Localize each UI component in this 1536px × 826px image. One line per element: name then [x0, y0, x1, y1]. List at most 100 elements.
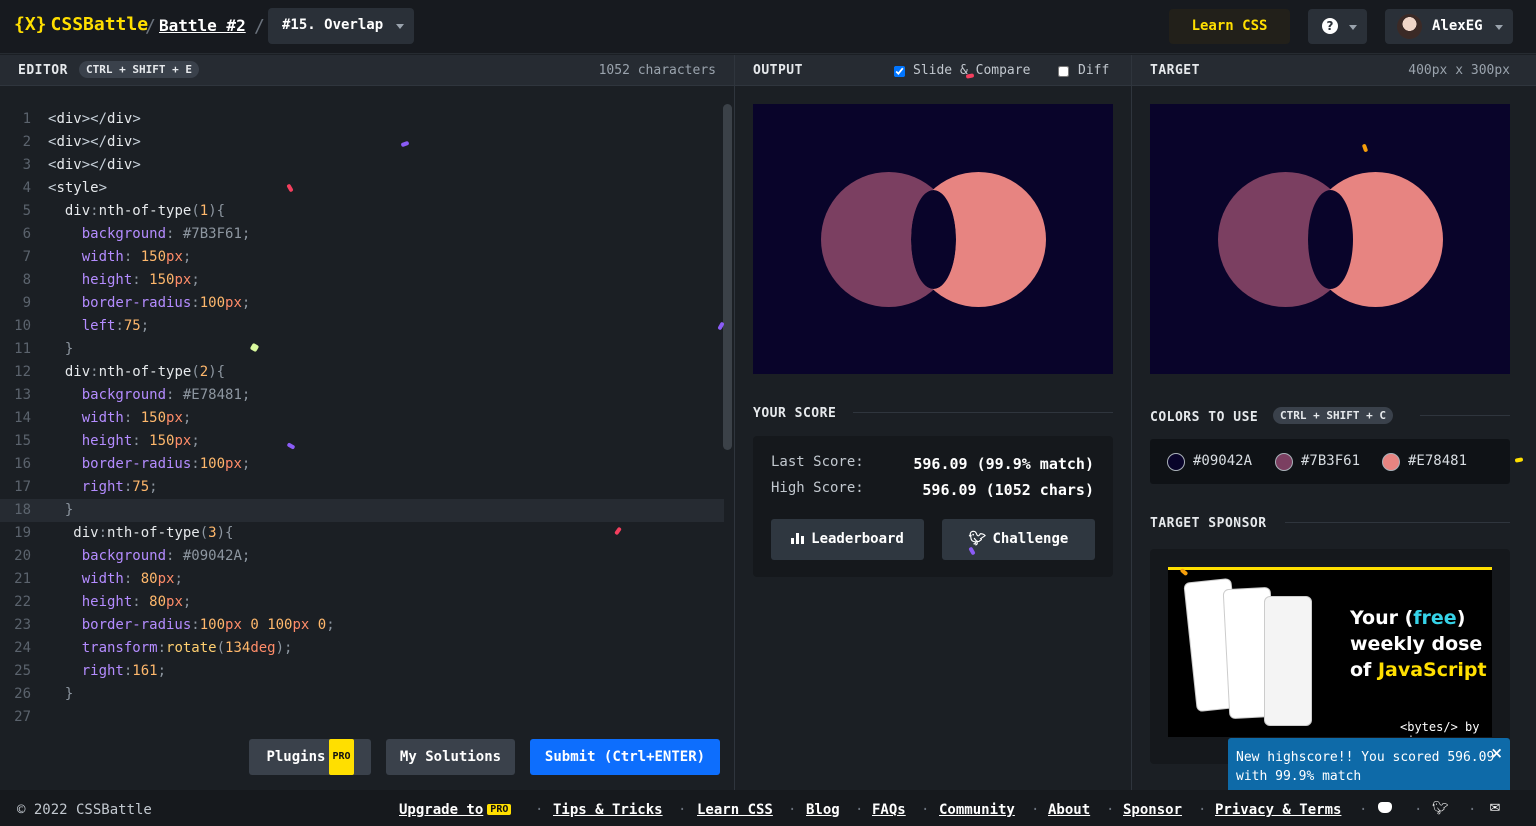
code-line[interactable]: 25 right:161; — [0, 660, 724, 683]
footer-separator: · — [1468, 802, 1477, 818]
code-line[interactable]: 2 <div></div> — [0, 131, 724, 154]
sponsor-link[interactable]: Sponsor — [1123, 802, 1182, 818]
code-line[interactable]: 24 transform:rotate(134deg); — [0, 637, 724, 660]
slide-compare-checkbox[interactable] — [894, 66, 905, 77]
code-text: <div></div> — [48, 134, 141, 150]
code-line[interactable]: 8 height: 150px; — [0, 269, 724, 292]
code-line[interactable]: 5 div:nth-of-type(1){ — [0, 200, 724, 223]
color-swatch[interactable] — [1275, 453, 1293, 471]
code-line[interactable]: 20 background: #09042A; — [0, 545, 724, 568]
ad-brand: <bytes/> by ui — [1400, 720, 1480, 737]
avatar — [1397, 14, 1422, 39]
pro-badge: PRO — [487, 804, 512, 815]
color-code[interactable]: #E78481 — [1408, 453, 1467, 469]
color-code[interactable]: #7B3F61 — [1301, 453, 1360, 469]
code-text: width: 150px; — [48, 249, 192, 265]
discord-icon[interactable] — [1377, 801, 1393, 815]
code-line[interactable]: 10 left:75; — [0, 315, 724, 338]
upgrade-link[interactable]: Upgrade to PRO — [399, 802, 512, 818]
code-line[interactable]: 4 <style> — [0, 177, 724, 200]
twitter-icon[interactable]: 🐦︎ — [1432, 801, 1449, 816]
code-line[interactable]: 7 width: 150px; — [0, 246, 724, 269]
editor-scrollbar[interactable] — [723, 104, 732, 450]
code-line[interactable]: 15 height: 150px; — [0, 430, 724, 453]
code-line[interactable]: 1 <div></div> — [0, 108, 724, 131]
code-line[interactable]: 18 } — [0, 499, 724, 522]
editor-header: EDITOR CTRL + SHIFT + E 1052 characters — [0, 55, 734, 86]
code-line[interactable]: 22 height: 80px; — [0, 591, 724, 614]
line-number: 14 — [14, 410, 31, 426]
code-text: border-radius:100px; — [48, 295, 251, 311]
score-card: Last Score: 596.09 (99.9% match) High Sc… — [753, 436, 1113, 577]
footer: © 2022 CSSBattle Upgrade to PRO · Tips & … — [0, 790, 1536, 826]
sponsor-ad[interactable]: Your (free) weekly dose of JavaScript <b… — [1168, 567, 1492, 737]
code-line[interactable]: 11 } — [0, 338, 724, 361]
line-number: 1 — [22, 111, 31, 127]
color-swatch[interactable] — [1167, 453, 1185, 471]
column-divider — [1131, 55, 1132, 790]
code-text: border-radius:100px; — [48, 456, 251, 472]
help-menu-button[interactable]: ? — [1308, 9, 1367, 44]
code-text: div:nth-of-type(2){ — [48, 364, 226, 380]
line-number: 9 — [22, 295, 31, 311]
line-number: 23 — [14, 617, 31, 633]
close-icon[interactable]: × — [1490, 744, 1503, 763]
leaderboard-button[interactable]: Leaderboard — [771, 519, 924, 560]
my-solutions-button[interactable]: My Solutions — [386, 739, 515, 775]
privacy-link[interactable]: Privacy & Terms — [1215, 802, 1341, 818]
code-line[interactable]: 27 — [0, 706, 724, 729]
faqs-link[interactable]: FAQs — [872, 802, 906, 818]
footer-separator: · — [1198, 802, 1207, 818]
output-canvas[interactable] — [753, 104, 1113, 374]
chevron-down-icon — [396, 24, 404, 29]
code-line[interactable]: 12 div:nth-of-type(2){ — [0, 361, 724, 384]
color-swatch[interactable] — [1382, 453, 1400, 471]
target-title: TARGET — [1150, 63, 1200, 78]
about-link[interactable]: About — [1048, 802, 1090, 818]
last-score-value: 596.09 (99.9% match) — [913, 455, 1094, 473]
community-link[interactable]: Community — [939, 802, 1015, 818]
target-select-value: #15. Overlap — [282, 17, 384, 33]
code-line[interactable]: 21 width: 80px; — [0, 568, 724, 591]
logo-text: CSSBattle — [50, 14, 149, 35]
plugins-button[interactable]: Plugins PRO — [249, 739, 371, 775]
target-select[interactable]: #15. Overlap — [268, 8, 414, 44]
user-menu-button[interactable]: AlexEG — [1385, 9, 1513, 44]
leaderboard-label: Leaderboard — [811, 531, 904, 547]
code-text: background: #09042A; — [48, 548, 251, 564]
code-line[interactable]: 23 border-radius:100px 0 100px 0; — [0, 614, 724, 637]
cssbattle-logo[interactable]: {X} CSSBattle — [14, 14, 148, 35]
code-editor[interactable]: 1 <div></div> 2 <div></div> 3 <div></div> 4 <st… — [0, 87, 734, 789]
code-line[interactable]: 26 } — [0, 683, 724, 706]
color-code[interactable]: #09042A — [1193, 453, 1252, 469]
learn-css-link[interactable]: Learn CSS — [697, 802, 773, 818]
code-line[interactable]: 13 background: #E78481; — [0, 384, 724, 407]
tips-link[interactable]: Tips & Tricks — [553, 802, 663, 818]
code-line[interactable]: 17 right:75; — [0, 476, 724, 499]
code-text: div:nth-of-type(3){ — [48, 525, 234, 541]
code-line[interactable]: 16 border-radius:100px; — [0, 453, 724, 476]
code-line[interactable]: 14 width: 150px; — [0, 407, 724, 430]
battle-link[interactable]: Battle #2 — [159, 16, 246, 35]
mail-icon[interactable]: ✉︎ — [1487, 801, 1503, 816]
code-line[interactable]: 6 background: #7B3F61; — [0, 223, 724, 246]
code-line[interactable]: 9 border-radius:100px; — [0, 292, 724, 315]
challenge-button[interactable]: 🐦︎ Challenge — [942, 519, 1095, 560]
line-number: 15 — [14, 433, 31, 449]
logo-mark: {X} — [14, 14, 47, 35]
target-header: TARGET 400px x 300px — [1132, 55, 1536, 86]
line-number: 19 — [14, 525, 31, 541]
learn-css-button[interactable]: Learn CSS — [1169, 9, 1290, 44]
line-number: 3 — [22, 157, 31, 173]
sponsor-card[interactable]: Your (free) weekly dose of JavaScript <b… — [1150, 549, 1510, 764]
footer-separator: · — [678, 802, 687, 818]
chevron-down-icon — [1495, 25, 1503, 30]
code-text: background: #E78481; — [48, 387, 251, 403]
line-number: 8 — [22, 272, 31, 288]
diff-checkbox[interactable] — [1058, 66, 1069, 77]
submit-button[interactable]: Submit (Ctrl+ENTER) — [530, 739, 720, 775]
code-line[interactable]: 3 <div></div> — [0, 154, 724, 177]
blog-link[interactable]: Blog — [806, 802, 840, 818]
line-number: 5 — [22, 203, 31, 219]
code-text: transform:rotate(134deg); — [48, 640, 293, 656]
